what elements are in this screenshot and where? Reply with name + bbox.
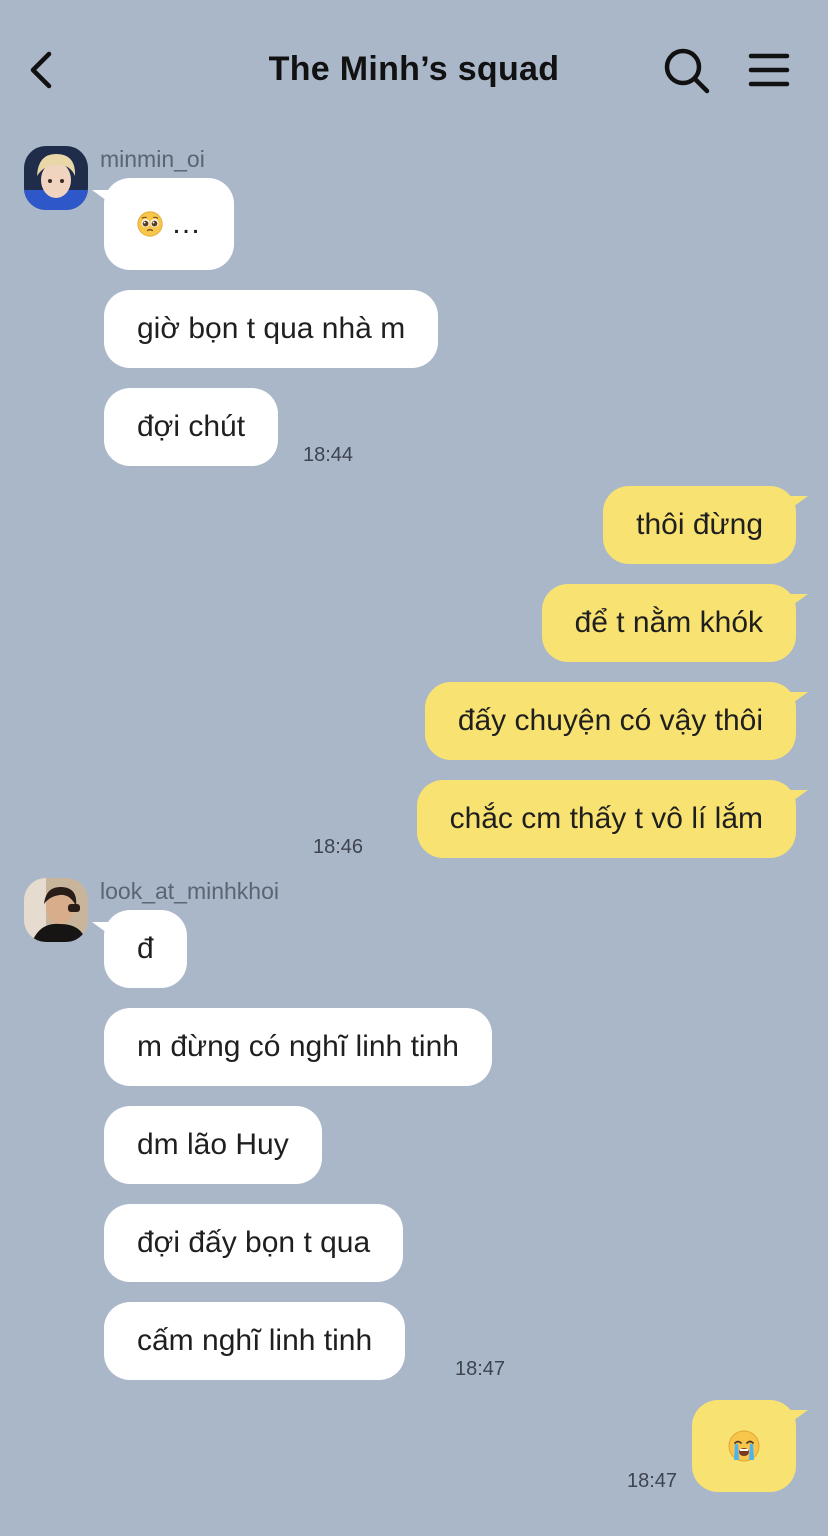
message-bubble-outgoing[interactable]: đấy chuyện có vậy thôi [424, 682, 796, 760]
message-text: dm lão Huy [137, 1128, 289, 1161]
message-timestamp: 18:44 [303, 444, 354, 466]
message-text: … [171, 207, 201, 240]
message-bubble[interactable]: đợi đấy bọn t qua [104, 1204, 404, 1282]
message-bubble[interactable]: cấm nghĩ linh tinh [104, 1302, 406, 1380]
search-button[interactable] [660, 44, 712, 96]
avatar-look-at-minhkhoi[interactable] [24, 878, 88, 942]
message-bubble-outgoing[interactable] [692, 1400, 796, 1492]
message-text: để t nằm khók [574, 606, 763, 639]
message-bubble[interactable]: đ [104, 910, 187, 988]
bubble-tail [786, 496, 808, 512]
bubble-tail [786, 1410, 808, 1426]
message-bubble[interactable]: m đừng có nghĩ linh tinh [104, 1008, 492, 1086]
message-text: thôi đừng [636, 508, 763, 541]
message-text: giờ bọn t qua nhà m [137, 312, 406, 345]
message-text: m đừng có nghĩ linh tinh [137, 1030, 459, 1063]
message-text: đợi chút [137, 410, 246, 443]
message-bubble-outgoing[interactable]: thôi đừng [603, 486, 796, 564]
sender-name: look_at_minhkhoi [100, 878, 280, 904]
bubble-tail [786, 692, 808, 708]
chat-header: The Minh’s squad [0, 0, 828, 140]
message-bubble-outgoing[interactable]: để t nằm khók [541, 584, 796, 662]
message-text: đ [137, 932, 154, 965]
menu-button[interactable] [744, 44, 794, 96]
pleading-face-icon [137, 211, 163, 237]
message-bubble[interactable]: dm lão Huy [104, 1106, 322, 1184]
bubble-tail [786, 790, 808, 806]
message-text: đợi đấy bọn t qua [137, 1226, 371, 1259]
message-text: đấy chuyện có vậy thôi [457, 704, 763, 737]
message-bubble[interactable]: giờ bọn t qua nhà m [104, 290, 439, 368]
avatar-minmin-oi[interactable] [24, 146, 88, 210]
message-timestamp: 18:47 [455, 1358, 506, 1380]
loudly-crying-face-icon [728, 1430, 760, 1462]
bubble-tail [786, 594, 808, 610]
sender-name: minmin_oi [100, 146, 205, 172]
message-bubble[interactable]: … [104, 178, 234, 270]
message-text: chắc cm thấy t vô lí lắm [449, 802, 763, 835]
message-timestamp: 18:46 [313, 836, 364, 858]
message-bubble[interactable]: đợi chút [104, 388, 279, 466]
message-timestamp: 18:47 [627, 1470, 678, 1492]
search-icon [664, 48, 710, 94]
hamburger-menu-icon [748, 53, 790, 87]
message-text: cấm nghĩ linh tinh [137, 1324, 373, 1357]
message-bubble-outgoing[interactable]: chắc cm thấy t vô lí lắm [416, 780, 796, 858]
